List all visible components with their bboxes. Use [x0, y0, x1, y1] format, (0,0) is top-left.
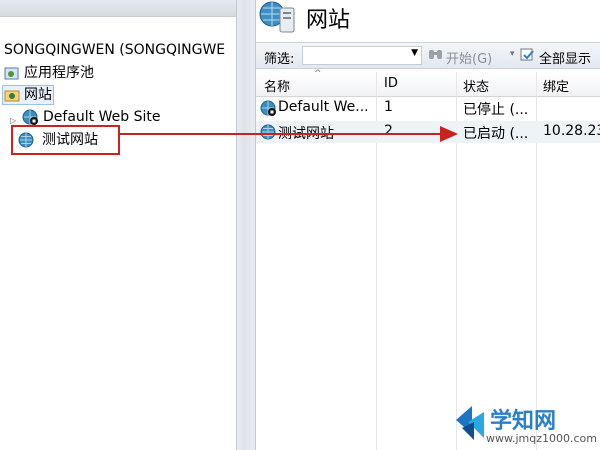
annotation-arrow: [120, 126, 458, 142]
